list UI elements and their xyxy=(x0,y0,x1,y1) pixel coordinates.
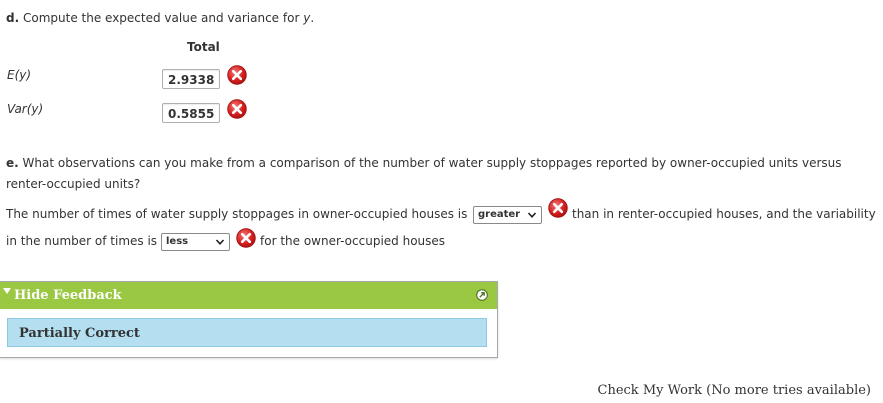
variability-select[interactable]: less xyxy=(161,233,230,251)
hide-feedback-toggle[interactable]: Hide Feedback xyxy=(14,288,122,303)
comparison-select[interactable]: greater xyxy=(473,206,542,224)
part-e-question: e. What observations can you make from a… xyxy=(6,153,876,195)
part-d-letter: d. xyxy=(6,11,20,25)
part-e-question-line1: What observations can you make from a co… xyxy=(22,156,842,170)
part-e-question-line2: renter-occupied units? xyxy=(6,177,141,191)
chevron-down-icon xyxy=(527,212,537,218)
check-my-work-button[interactable]: Check My Work (No more tries available) xyxy=(598,383,871,398)
sentence-part-b: than in renter-occupied houses, and the … xyxy=(572,207,876,221)
column-header-total: Total xyxy=(187,40,220,54)
expected-value-input[interactable]: 2.9338 xyxy=(162,69,220,89)
feedback-status-text: Partially Correct xyxy=(19,326,140,341)
row-label-variance: Var(y) xyxy=(7,102,44,116)
part-d-question: Compute the expected value and variance … xyxy=(22,11,300,25)
x-circle-icon xyxy=(227,99,247,119)
feedback-status-bar: Partially Correct xyxy=(7,318,487,347)
triangle-down-icon xyxy=(3,288,11,294)
row-label-expected-value: E(y) xyxy=(7,68,32,82)
feedback-header[interactable]: Hide Feedback xyxy=(0,282,497,309)
feedback-panel: Hide Feedback Partially Correct xyxy=(0,281,498,358)
part-e-letter: e. xyxy=(6,156,19,170)
sentence-part-d: for the owner-occupied houses xyxy=(260,234,446,248)
comparison-select-value: greater xyxy=(478,209,521,220)
variability-select-value: less xyxy=(166,236,189,247)
variance-input[interactable]: 0.5855 xyxy=(162,103,220,123)
chevron-down-icon xyxy=(215,239,225,245)
part-d-prompt: d. Compute the expected value and varian… xyxy=(6,11,315,25)
sentence-part-a: The number of times of water supply stop… xyxy=(6,207,468,221)
sentence-part-c: in the number of times is xyxy=(6,234,158,248)
x-circle-icon xyxy=(548,198,568,218)
x-circle-icon xyxy=(227,65,247,85)
circle-arrow-icon[interactable] xyxy=(476,289,488,301)
x-circle-icon xyxy=(236,228,256,248)
